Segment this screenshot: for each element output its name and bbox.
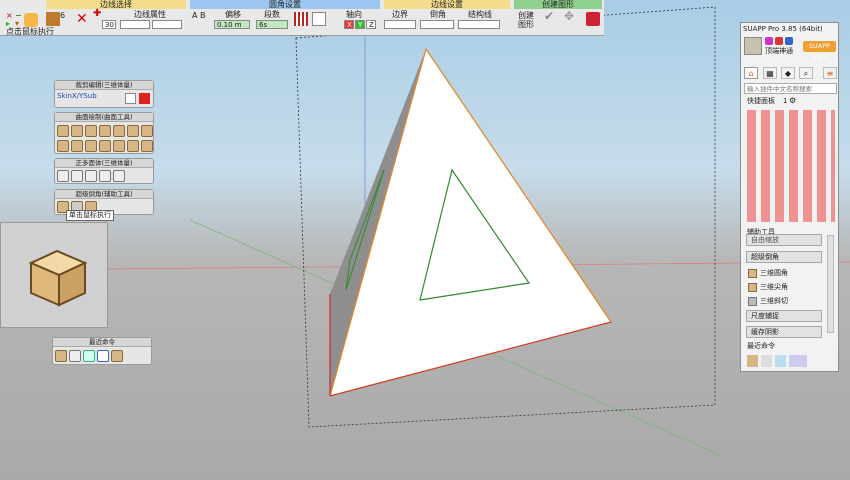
- exit-icon[interactable]: [586, 12, 600, 26]
- bevel-3d-icon: [748, 297, 757, 306]
- recent-panel: 最近命令: [52, 337, 152, 365]
- number-6: 6: [60, 11, 66, 20]
- search-input[interactable]: [744, 83, 837, 94]
- suapp-panel: SUAPP Pro 3.85 (64bit) 顶端神通 SUAPP 3.85 ⌂…: [740, 22, 839, 372]
- home-tab[interactable]: ⌂: [744, 67, 758, 79]
- structure-label: 结构线: [468, 10, 492, 19]
- chamfer-field[interactable]: [420, 20, 454, 29]
- surface-panel: 曲面绘制(曲面工具): [54, 112, 154, 154]
- add-icon[interactable]: ✚: [93, 9, 101, 19]
- fillet-preview: [0, 222, 108, 328]
- edge-select-header: 边线选择: [46, 0, 186, 9]
- edge-pick-icon[interactable]: [46, 12, 60, 26]
- quick-panel-number: 1: [783, 97, 788, 105]
- cache-shadow-button[interactable]: 缓存阴影: [746, 326, 822, 338]
- suapp-badge[interactable]: SUAPP 3.85: [803, 41, 836, 61]
- create-shape-button[interactable]: 创建 图形: [518, 11, 534, 29]
- boundary-label: 边界: [392, 10, 408, 19]
- viewport-3d[interactable]: [0, 0, 850, 480]
- menu-tab[interactable]: ≡: [823, 67, 837, 79]
- solid-panel-title: 正多面体(三维体量): [55, 159, 153, 168]
- status-text: 点击鼠标执行: [6, 27, 54, 36]
- super-fillet-button[interactable]: 超级倒角: [746, 251, 822, 263]
- quick-panel-label[interactable]: 快捷面板: [747, 97, 775, 106]
- axis-label: 轴向: [346, 10, 362, 19]
- avatar: [744, 37, 762, 55]
- box-icon: [28, 249, 88, 307]
- axis-x-button[interactable]: X: [344, 20, 354, 29]
- recent-commands-label[interactable]: 最近命令: [747, 342, 775, 351]
- fillet-settings-header: 圆角设置: [190, 0, 380, 9]
- skin-label[interactable]: SkinX/YSub: [57, 92, 97, 101]
- sharp-3d-icon: [748, 283, 757, 292]
- stop-icon[interactable]: [139, 93, 150, 104]
- edge-property-label: 边线属性: [134, 10, 166, 19]
- segments-label: 段数: [264, 10, 280, 19]
- delete-edge-icon[interactable]: ✕: [76, 11, 88, 27]
- sharp-3d-item[interactable]: 三维尖角: [760, 283, 788, 292]
- segments-field[interactable]: 6s: [256, 20, 288, 29]
- user-name: 顶端神通: [765, 47, 793, 55]
- boundary-field[interactable]: [384, 20, 416, 29]
- offset-field[interactable]: 0.10 m: [214, 20, 250, 29]
- offset-label: 偏移: [225, 10, 241, 19]
- solid-panel: 正多面体(三维体量): [54, 158, 154, 184]
- check-icon[interactable]: ✔: [544, 10, 554, 22]
- ab-label: A B: [192, 11, 206, 20]
- scale-snap-button[interactable]: 尺度辅捉: [746, 310, 822, 322]
- search-tab[interactable]: ⌕: [799, 67, 813, 79]
- play-icon[interactable]: [125, 93, 136, 104]
- expand-icon[interactable]: ✥: [564, 10, 574, 22]
- count-field[interactable]: 30: [102, 20, 116, 29]
- axis-z-button[interactable]: Z: [366, 20, 376, 29]
- create-shape-header: 创建图形: [514, 0, 602, 9]
- trim-panel-title: 裁剪编辑(三维体量): [55, 81, 153, 90]
- shape-icon[interactable]: [24, 13, 38, 27]
- recent-icons[interactable]: [747, 355, 807, 367]
- recent-panel-title: 最近命令: [53, 338, 151, 347]
- tooltip: 单击鼠标执行: [66, 210, 114, 221]
- paint-tab[interactable]: ◆: [781, 67, 795, 79]
- fillet-panel-title: 超级倒角(辅助工具): [55, 190, 153, 199]
- top-toolbar: 边线选择 圆角设置 边线设置 创建图形 × − ▸ ▾ 6 ✕ ✚ 30 边线属…: [0, 0, 604, 36]
- bevel-3d-item[interactable]: 三维斜切: [760, 297, 788, 306]
- bars-icon[interactable]: [294, 12, 308, 26]
- structure-field[interactable]: [458, 20, 500, 29]
- axis-y-button[interactable]: Y: [355, 20, 365, 29]
- edge-settings-header: 边线设置: [384, 0, 510, 9]
- fillet-3d-icon: [748, 269, 757, 278]
- surface-panel-title: 曲面绘制(曲面工具): [55, 113, 153, 122]
- grid-tab[interactable]: ▦: [763, 67, 777, 79]
- edge-property-field-2[interactable]: [152, 20, 182, 29]
- gear-icon[interactable]: ⚙: [789, 96, 796, 105]
- tool-grid: [747, 110, 835, 222]
- chamfer-label: 倒角: [430, 10, 446, 19]
- curve-icon[interactable]: [312, 12, 326, 26]
- suapp-title: SUAPP Pro 3.85 (64bit): [743, 25, 823, 33]
- fillet-3d-item[interactable]: 三维圆角: [760, 269, 788, 278]
- edge-property-field-1[interactable]: [120, 20, 150, 29]
- free-scale-button[interactable]: 自由缩放: [746, 234, 822, 246]
- scrollbar[interactable]: [827, 235, 834, 333]
- trim-panel: 裁剪编辑(三维体量) SkinX/YSub: [54, 80, 154, 108]
